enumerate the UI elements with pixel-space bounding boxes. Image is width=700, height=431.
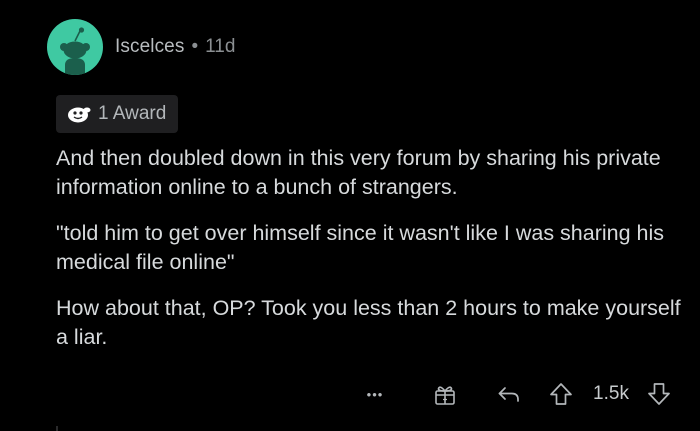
reply-icon	[498, 387, 519, 402]
upvote-arrow-icon	[550, 383, 572, 405]
gift-award-icon	[435, 386, 455, 405]
award-icon	[68, 107, 91, 123]
comment-container: Iscelces • 11d 1 Award And then doubled …	[0, 0, 700, 431]
downvote-arrow-icon	[648, 383, 670, 405]
separator-dot: •	[191, 36, 199, 57]
comment-paragraph: How about that, OP? Took you less than 2…	[56, 296, 681, 349]
comment-body: And then doubled down in this very forum…	[56, 144, 686, 369]
vote-score: 1.5k	[593, 383, 629, 404]
comment-age: 11d	[205, 36, 236, 57]
comment-paragraph: "told him to get over himself since it w…	[56, 221, 665, 274]
upvote-button[interactable]	[546, 378, 576, 410]
thread-line[interactable]	[56, 426, 58, 431]
username[interactable]: Iscelces	[115, 36, 184, 58]
snoo-avatar-icon	[60, 27, 90, 75]
award-badge[interactable]: 1 Award	[56, 95, 179, 133]
comment-header: Iscelces • 11d	[47, 18, 235, 76]
downvote-button[interactable]	[644, 378, 674, 410]
more-options-icon: •••	[366, 386, 384, 402]
reply-button[interactable]	[494, 378, 524, 410]
avatar[interactable]	[47, 19, 103, 75]
comment-paragraph: And then doubled down in this very forum…	[56, 146, 661, 199]
comment-actions: ••• 1.5k	[0, 378, 700, 410]
award-label: 1 Award	[98, 103, 167, 124]
more-options-button[interactable]: •••	[360, 378, 390, 410]
give-award-button[interactable]	[430, 378, 460, 410]
